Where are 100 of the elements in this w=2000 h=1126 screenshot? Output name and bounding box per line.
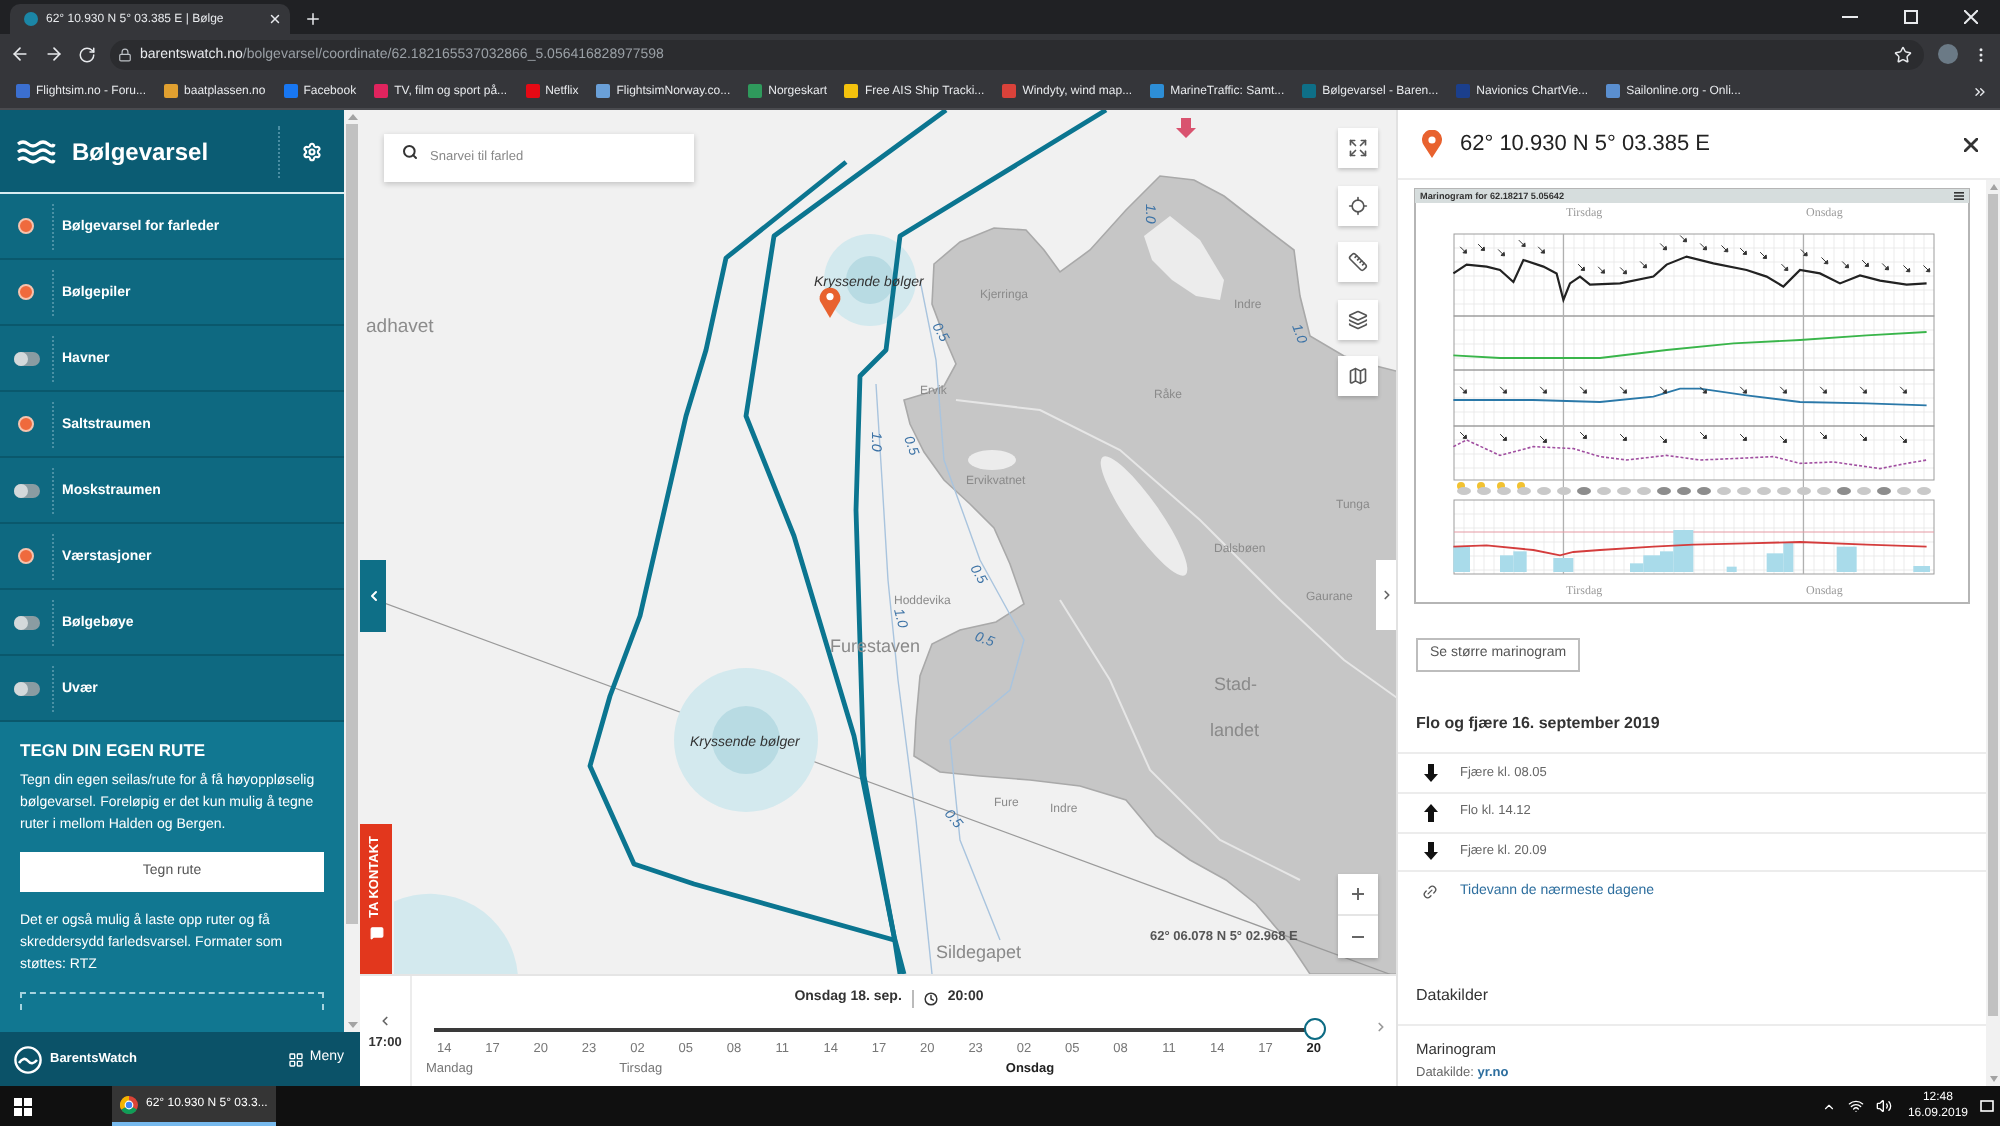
notification-icon[interactable] <box>1980 1099 1994 1113</box>
chevron-right-icon <box>1379 588 1393 602</box>
volume-icon[interactable] <box>1875 1098 1892 1114</box>
layer-toggle[interactable] <box>13 615 39 629</box>
settings-icon[interactable] <box>302 141 322 161</box>
sources-heading: Datakilder <box>1416 985 1489 1004</box>
layer-toggle[interactable] <box>18 218 34 234</box>
sun-cloud-icon <box>1457 482 1471 495</box>
forward-icon[interactable] <box>44 44 64 64</box>
favicon-icon <box>1606 84 1621 98</box>
wind-arrow-icon <box>1597 266 1606 274</box>
network-icon[interactable] <box>1847 1098 1864 1114</box>
current-arrow-icon <box>1819 431 1828 440</box>
map-info-button[interactable] <box>1338 356 1378 396</box>
restore-icon <box>1903 10 1917 24</box>
sun-cloud-icon <box>1517 482 1531 495</box>
ruler-icon <box>1348 252 1368 272</box>
layer-toggle[interactable] <box>13 351 39 365</box>
wave-zone-marker[interactable] <box>394 893 518 974</box>
chevrons-right-icon[interactable] <box>1972 83 1988 99</box>
current-arrow-icon <box>1859 433 1868 442</box>
new-tab-icon[interactable] <box>304 10 322 28</box>
favicon-icon <box>24 12 38 26</box>
close-button[interactable] <box>1958 132 1982 156</box>
current-arrow-icon <box>1699 431 1708 440</box>
waves-icon <box>16 139 56 163</box>
scrollbar-thumb[interactable] <box>346 124 358 924</box>
precipitation-bar <box>1553 558 1574 572</box>
chevron-right-icon[interactable] <box>1374 1020 1388 1034</box>
wind-arrow-icon <box>1619 266 1628 275</box>
sun-cloud-icon <box>1477 482 1491 495</box>
avatar-icon[interactable] <box>1938 44 1958 64</box>
map-label: landet <box>1210 720 1260 740</box>
close-icon[interactable] <box>268 12 282 26</box>
close-icon <box>1963 10 1977 24</box>
chevron-left-icon <box>365 588 381 604</box>
layer-toggle[interactable] <box>18 548 34 564</box>
reload-icon[interactable] <box>78 45 96 63</box>
minimize-icon <box>1842 16 1858 18</box>
precipitation-bar <box>1913 566 1930 572</box>
current-arrow-icon <box>1779 435 1788 444</box>
close-icon <box>1963 137 1977 151</box>
arrow-down-icon <box>1424 763 1438 782</box>
layer-toggle[interactable] <box>18 416 34 432</box>
favicon-icon <box>374 84 389 98</box>
star-icon[interactable] <box>1894 45 1912 63</box>
upload-drop-zone[interactable] <box>20 992 324 1010</box>
layer-toggle[interactable] <box>18 284 34 300</box>
wave-logo-icon <box>14 1045 42 1073</box>
layers-button[interactable] <box>1338 299 1378 339</box>
favicon-icon <box>1302 84 1317 98</box>
favicon-icon <box>596 84 611 98</box>
timeline-thumb[interactable] <box>1303 1018 1325 1040</box>
app-title: Bølgevarsel <box>72 137 209 165</box>
map-pin-icon <box>1422 130 1442 158</box>
favicon-icon <box>1002 84 1017 98</box>
precipitation-bar <box>1453 546 1470 572</box>
wave-arrow-icon <box>1579 386 1588 394</box>
tide-heading: Flo og fjære 16. september 2019 <box>1416 714 1660 732</box>
wind-arrow-icon <box>1497 248 1506 257</box>
wave-arrow-icon <box>1499 386 1508 394</box>
search-icon <box>402 144 418 160</box>
wind-arrow-icon <box>1800 248 1808 257</box>
map-label: Sildegapet <box>936 942 1022 962</box>
layers-icon <box>1348 309 1368 329</box>
wave-arrow-icon <box>1779 386 1788 394</box>
fullscreen-button[interactable] <box>1338 128 1378 168</box>
arrow-down-icon <box>1424 842 1438 861</box>
favicon-icon <box>16 84 30 98</box>
locate-button[interactable] <box>1338 185 1378 225</box>
wind-arrow-icon <box>1537 246 1546 254</box>
arrow-down-icon <box>1176 118 1196 138</box>
current-arrow-icon <box>1459 431 1468 440</box>
wind-arrow-icon <box>1577 263 1586 272</box>
map-label: adhavet <box>366 316 434 338</box>
back-icon[interactable] <box>10 44 30 64</box>
map-canvas[interactable] <box>360 110 1396 974</box>
list-icon[interactable] <box>1954 192 1964 200</box>
scrollbar-thumb[interactable] <box>1988 194 1998 1016</box>
wave-arrow-icon <box>1699 386 1708 394</box>
wind-arrow-icon <box>1459 246 1468 254</box>
wave-arrow-icon <box>1739 386 1748 394</box>
layer-toggle[interactable] <box>13 681 39 695</box>
lake-shape <box>1100 456 1188 576</box>
wave-zone-marker[interactable] <box>674 668 818 812</box>
chevron-left-icon[interactable] <box>378 1014 392 1028</box>
current-arrow-icon <box>1739 433 1748 442</box>
map-pin-icon[interactable] <box>819 287 841 318</box>
locate-icon <box>1348 195 1368 215</box>
measure-button[interactable] <box>1338 242 1378 282</box>
layer-toggle[interactable] <box>13 483 39 497</box>
current-arrow-icon <box>1659 435 1668 444</box>
map-icon <box>1348 366 1368 386</box>
favicon-icon <box>525 84 540 98</box>
wind-arrow-icon <box>1922 264 1931 273</box>
current-arrow-icon <box>1539 435 1548 444</box>
favicon-icon <box>164 84 179 98</box>
chevron-up-icon[interactable] <box>1821 1099 1836 1113</box>
wave-arrow-icon <box>1819 386 1828 394</box>
wind-arrow-icon <box>1659 242 1668 251</box>
